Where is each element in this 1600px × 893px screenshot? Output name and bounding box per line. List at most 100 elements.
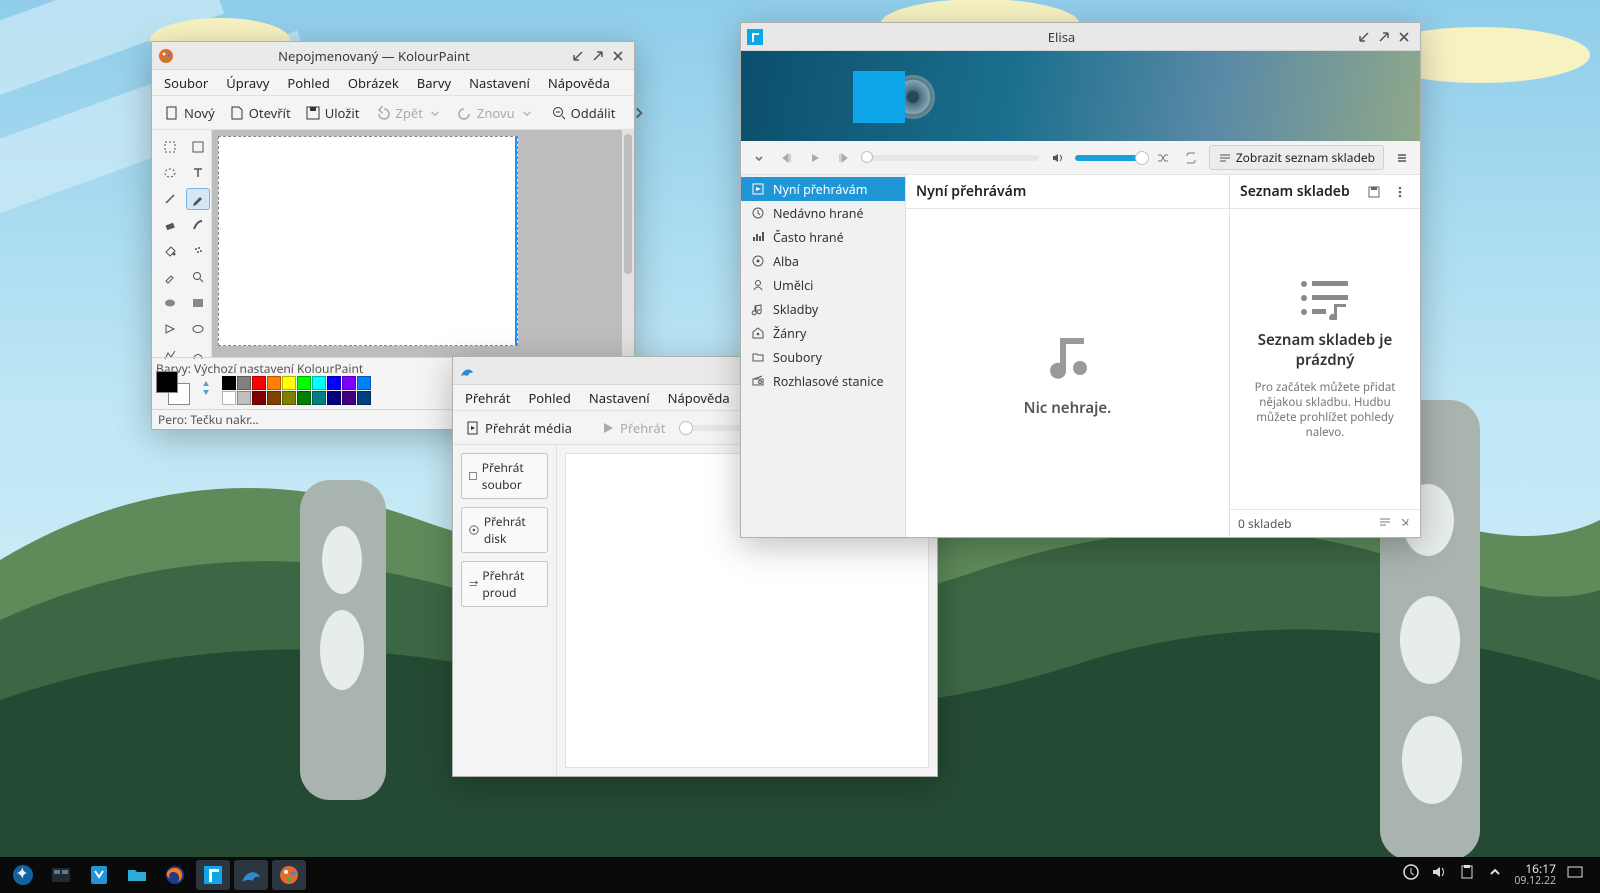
menu-view[interactable]: Pohled: [520, 386, 578, 410]
color-swatch[interactable]: [222, 391, 236, 405]
color-swatch[interactable]: [282, 391, 296, 405]
menu-file[interactable]: Soubor: [156, 71, 216, 95]
sidebar-item-albums[interactable]: Alba: [741, 249, 905, 273]
tool-eraser[interactable]: [158, 214, 182, 236]
color-swatch[interactable]: [312, 376, 326, 390]
menu-settings[interactable]: Nastavení: [581, 386, 658, 410]
zoomout-button[interactable]: Oddálit: [545, 100, 622, 126]
show-playlist-button[interactable]: Zobrazit seznam skladeb: [1209, 145, 1384, 170]
tray-updates-icon[interactable]: [1402, 863, 1420, 886]
play-file-button[interactable]: Přehrát soubor: [461, 453, 548, 499]
color-swatch[interactable]: [267, 376, 281, 390]
tool-rect[interactable]: [186, 292, 210, 314]
playlist-action1-icon[interactable]: [1378, 515, 1392, 533]
task-activities[interactable]: [44, 860, 78, 890]
maximize-button[interactable]: [1374, 27, 1394, 47]
clock[interactable]: 16:1709.12.22: [1514, 863, 1556, 887]
menu-play[interactable]: Přehrát: [457, 386, 518, 410]
titlebar[interactable]: Nepojmenovaný — KolourPaint: [152, 42, 634, 70]
sidebar-item-tracks[interactable]: Skladby: [741, 297, 905, 321]
menu-view[interactable]: Pohled: [279, 71, 337, 95]
sidebar-item-now-playing[interactable]: Nyní přehrávám: [741, 177, 905, 201]
toolbar-overflow[interactable]: [625, 101, 653, 125]
sidebar-item-artists[interactable]: Umělci: [741, 273, 905, 297]
sidebar-item-genres[interactable]: Žánry: [741, 321, 905, 345]
save-button[interactable]: Uložit: [299, 100, 366, 126]
color-swatch[interactable]: [252, 391, 266, 405]
start-menu-button[interactable]: [6, 860, 40, 890]
color-swatch[interactable]: [252, 376, 266, 390]
tray-clipboard-icon[interactable]: [1458, 863, 1476, 886]
sidebar-item-radio[interactable]: Rozhlasové stanice: [741, 369, 905, 393]
hamburger-menu[interactable]: [1392, 148, 1412, 168]
play-disc-button[interactable]: Přehrát disk: [461, 507, 548, 553]
tool-ellipse[interactable]: [158, 292, 182, 314]
color-swatch[interactable]: [357, 376, 371, 390]
play-media-button[interactable]: Přehrát média: [459, 415, 578, 441]
minimize-button[interactable]: [1354, 27, 1374, 47]
save-playlist-icon[interactable]: [1364, 182, 1384, 202]
next-button[interactable]: [833, 148, 853, 168]
tool-ellipse-select[interactable]: [158, 162, 182, 184]
color-swatch[interactable]: [342, 376, 356, 390]
volume-icon[interactable]: [1047, 148, 1067, 168]
seek-slider[interactable]: [861, 155, 1039, 161]
tray-chevron-up-icon[interactable]: [1486, 863, 1504, 886]
menu-colors[interactable]: Barvy: [409, 71, 459, 95]
task-dragon[interactable]: [234, 860, 268, 890]
tool-zoom[interactable]: [186, 266, 210, 288]
color-swatch[interactable]: [357, 391, 371, 405]
tool-rect-select[interactable]: [158, 136, 182, 158]
color-swatch[interactable]: [312, 391, 326, 405]
tool-roundrect[interactable]: [186, 318, 210, 340]
close-button[interactable]: [1394, 27, 1414, 47]
prev-button[interactable]: [777, 148, 797, 168]
shuffle-button[interactable]: [1153, 148, 1173, 168]
play-button[interactable]: [805, 148, 825, 168]
tool-pen[interactable]: [186, 188, 210, 210]
tool-polygon[interactable]: [158, 318, 182, 340]
open-button[interactable]: Otevřít: [223, 100, 297, 126]
play-stream-button[interactable]: Přehrát proud: [461, 561, 548, 607]
color-swatch[interactable]: [327, 391, 341, 405]
color-swatch[interactable]: [222, 376, 236, 390]
sidebar-item-frequent[interactable]: Často hrané: [741, 225, 905, 249]
task-firefox[interactable]: [158, 860, 192, 890]
titlebar[interactable]: Elisa: [741, 23, 1420, 51]
tool-fill[interactable]: [158, 240, 182, 262]
color-swatch[interactable]: [237, 376, 251, 390]
color-swatch[interactable]: [327, 376, 341, 390]
redo-button[interactable]: Znovu: [451, 100, 541, 126]
tray-volume-icon[interactable]: [1430, 863, 1448, 886]
menu-image[interactable]: Obrázek: [340, 71, 407, 95]
sidebar-item-recent[interactable]: Nedávno hrané: [741, 201, 905, 225]
menu-edit[interactable]: Úpravy: [218, 71, 277, 95]
tool-picker[interactable]: [158, 266, 182, 288]
playlist-menu-icon[interactable]: [1390, 182, 1410, 202]
menu-help[interactable]: Nápověda: [540, 71, 618, 95]
repeat-button[interactable]: [1181, 148, 1201, 168]
new-button[interactable]: Nový: [158, 100, 221, 126]
color-swatch[interactable]: [237, 391, 251, 405]
close-button[interactable]: [608, 46, 628, 66]
tray-show-desktop-icon[interactable]: [1566, 863, 1584, 886]
undo-button[interactable]: Zpět: [369, 100, 448, 126]
color-swatch[interactable]: [342, 391, 356, 405]
vertical-scrollbar[interactable]: [622, 130, 634, 357]
volume-slider[interactable]: [1075, 155, 1145, 161]
playlist-action2-icon[interactable]: [1398, 515, 1412, 533]
task-files[interactable]: [120, 860, 154, 890]
chevron-down-icon[interactable]: [749, 148, 769, 168]
task-discover[interactable]: [82, 860, 116, 890]
task-elisa[interactable]: [196, 860, 230, 890]
sidebar-item-files[interactable]: Soubory: [741, 345, 905, 369]
fg-bg-swatch[interactable]: [156, 371, 190, 405]
canvas[interactable]: [218, 136, 518, 346]
color-swatch[interactable]: [297, 376, 311, 390]
play-button[interactable]: Přehrát: [594, 415, 671, 441]
maximize-button[interactable]: [588, 46, 608, 66]
tool-spray[interactable]: [186, 240, 210, 262]
menu-help[interactable]: Nápověda: [660, 386, 738, 410]
tool-line[interactable]: [158, 188, 182, 210]
tool-brush[interactable]: [186, 214, 210, 236]
